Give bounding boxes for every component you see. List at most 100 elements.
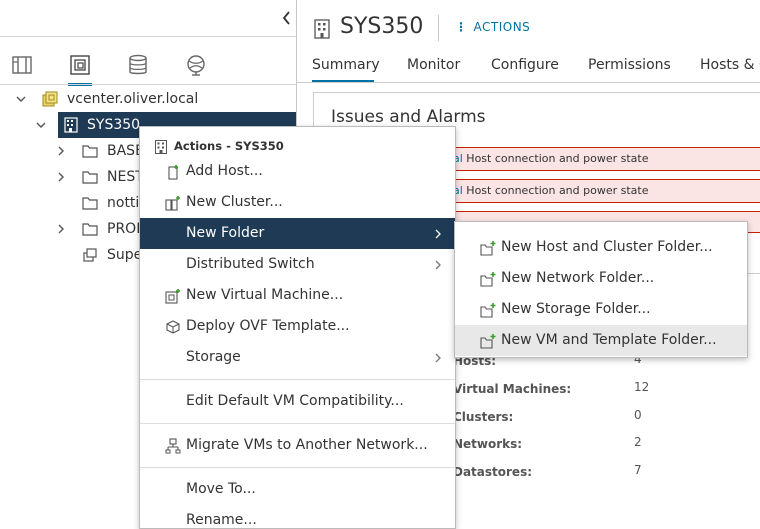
add-host-icon	[165, 164, 181, 180]
menu-item-label: New Cluster...	[186, 194, 283, 210]
submenu-item-label: New Network Folder...	[501, 270, 655, 286]
folder-icon	[82, 195, 98, 211]
networking-icon	[184, 53, 208, 77]
menu-item-label: Edit Default VM Compatibility...	[186, 393, 404, 409]
chevron-down-icon[interactable]	[15, 93, 27, 105]
tree-item-label: SYS350	[87, 117, 141, 133]
stat-label: Virtual Machines:	[453, 382, 572, 396]
menu-item-deploy-ovf[interactable]: Deploy OVF Template...	[140, 311, 455, 342]
alarm-text: Host connection and power state	[466, 184, 649, 197]
menu-item-label: Deploy OVF Template...	[186, 318, 350, 334]
storage-icon	[126, 53, 150, 77]
menu-item-label: Move To...	[186, 481, 256, 497]
menu-item-rename[interactable]: Rename...	[140, 505, 455, 528]
menu-item-label: Rename...	[186, 512, 257, 528]
new-folder-icon	[480, 302, 496, 318]
stat-label: Clusters:	[453, 410, 514, 424]
menu-item-distributed-switch[interactable]: Distributed Switch	[140, 249, 455, 280]
actions-context-menu: Actions - SYS350 Add Host... New Cluster…	[139, 126, 456, 529]
tabs-divider	[297, 82, 760, 83]
submenu-item-host-cluster-folder[interactable]: New Host and Cluster Folder...	[455, 232, 747, 263]
menu-separator	[140, 467, 455, 468]
menu-separator	[140, 379, 455, 380]
host-icon	[82, 247, 98, 263]
tab-monitor[interactable]: Monitor	[407, 57, 460, 73]
submenu-item-storage-folder[interactable]: New Storage Folder...	[455, 294, 747, 325]
menu-item-edit-vm-compatibility[interactable]: Edit Default VM Compatibility...	[140, 386, 455, 417]
vcenter-icon	[42, 91, 58, 107]
menu-item-label: New Virtual Machine...	[186, 287, 344, 303]
chevron-right-icon[interactable]	[55, 145, 67, 157]
menu-item-label: New Folder	[186, 225, 265, 241]
menu-item-add-host[interactable]: Add Host...	[140, 156, 455, 187]
page-title: SYS350	[340, 14, 424, 39]
actions-button[interactable]: ⋮ ACTIONS	[455, 20, 530, 34]
submenu-item-vm-template-folder[interactable]: New VM and Template Folder...	[455, 325, 747, 356]
navigator-divider	[0, 84, 296, 85]
new-folder-icon	[480, 240, 496, 256]
stat-value: 12	[634, 380, 650, 394]
new-folder-icon	[480, 333, 496, 349]
storage-tab[interactable]	[120, 46, 156, 84]
tab-permissions[interactable]: Permissions	[588, 57, 671, 73]
chevron-right-icon[interactable]	[55, 223, 67, 235]
menu-item-move-to[interactable]: Move To...	[140, 474, 455, 505]
submenu-item-label: New VM and Template Folder...	[501, 332, 717, 348]
menu-item-new-vm[interactable]: New Virtual Machine...	[140, 280, 455, 311]
datacenter-icon	[313, 19, 331, 39]
hosts-clusters-icon	[10, 53, 34, 77]
chevron-right-icon[interactable]	[55, 171, 67, 183]
folder-icon	[82, 221, 98, 237]
chevron-down-icon[interactable]	[35, 119, 47, 131]
tab-configure[interactable]: Configure	[491, 57, 559, 73]
stat-value: 0	[634, 408, 642, 422]
chevron-right-icon	[433, 352, 443, 364]
stat-value: 2	[634, 435, 642, 449]
folder-icon	[82, 169, 98, 185]
menu-item-migrate-vms[interactable]: Migrate VMs to Another Network...	[140, 430, 455, 461]
tree-item-vcenter[interactable]: vcenter.oliver.local	[0, 86, 296, 112]
menu-item-new-folder[interactable]: New Folder	[140, 218, 455, 249]
tree-item-label: vcenter.oliver.local	[67, 91, 199, 107]
vms-templates-tab[interactable]	[62, 46, 98, 86]
folder-icon	[82, 143, 98, 159]
more-vertical-icon: ⋮	[455, 20, 468, 34]
menu-item-label: Add Host...	[186, 163, 263, 179]
chevron-right-icon	[433, 259, 443, 271]
menu-item-storage[interactable]: Storage	[140, 342, 455, 373]
title-divider	[438, 15, 439, 41]
new-folder-icon	[480, 271, 496, 287]
menu-item-new-cluster[interactable]: New Cluster...	[140, 187, 455, 218]
submenu-item-label: New Host and Cluster Folder...	[501, 239, 713, 255]
tree-item-label: Supe	[107, 247, 143, 263]
issues-card-title: Issues and Alarms	[331, 107, 486, 127]
menu-item-label: Storage	[186, 349, 241, 365]
menu-item-label: Migrate VMs to Another Network...	[186, 437, 428, 453]
hosts-clusters-tab[interactable]	[4, 46, 40, 84]
chevron-right-icon	[433, 228, 443, 240]
tree-item-label: PROI	[107, 221, 141, 237]
alarm-text: Host connection and power state	[466, 152, 649, 165]
stat-label: Networks:	[453, 437, 523, 451]
stat-value: 7	[634, 463, 642, 477]
migrate-icon	[165, 438, 181, 454]
vms-templates-icon	[68, 53, 92, 77]
collapse-navigator-icon[interactable]	[278, 9, 296, 27]
tab-hosts-clusters[interactable]: Hosts & C	[700, 57, 760, 73]
submenu-item-label: New Storage Folder...	[501, 301, 651, 317]
navigator-header	[0, 0, 296, 37]
submenu-item-network-folder[interactable]: New Network Folder...	[455, 263, 747, 294]
new-vm-icon	[165, 288, 181, 304]
datacenter-icon	[154, 140, 168, 154]
tab-summary[interactable]: Summary	[312, 57, 380, 73]
deploy-ovf-icon	[165, 319, 181, 335]
stat-label: Datastores:	[453, 465, 533, 479]
new-folder-submenu: New Host and Cluster Folder... New Netwo…	[454, 221, 748, 358]
networking-tab[interactable]	[178, 46, 214, 84]
menu-item-label: Distributed Switch	[186, 256, 315, 272]
menu-header: Actions - SYS350	[174, 139, 284, 153]
actions-label: ACTIONS	[473, 20, 531, 34]
datacenter-icon	[63, 117, 79, 133]
menu-separator	[140, 423, 455, 424]
new-cluster-icon	[165, 195, 181, 211]
